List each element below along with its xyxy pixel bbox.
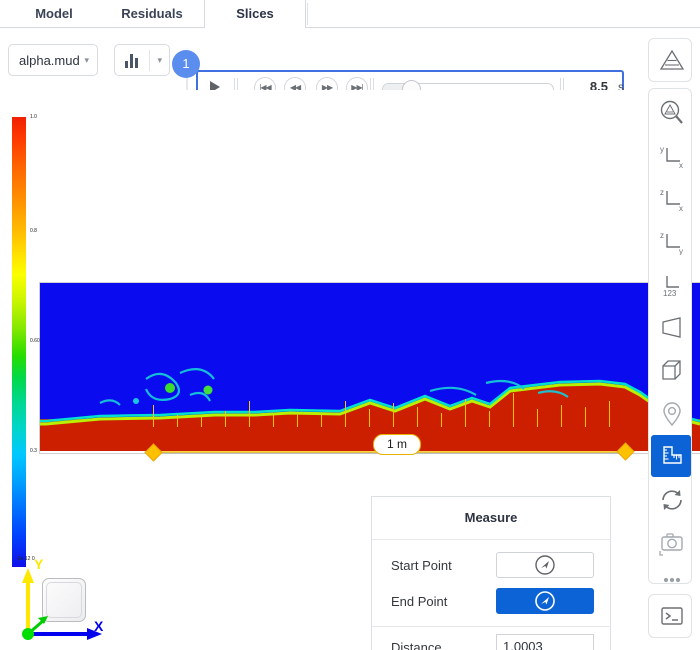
gizmo-y-label: Y bbox=[34, 556, 44, 572]
chart-type-dropdown[interactable]: ▾ bbox=[114, 44, 170, 76]
measure-divider bbox=[372, 626, 610, 627]
tab-bar: Model Residuals Slices bbox=[0, 0, 700, 29]
refresh-view-button[interactable] bbox=[651, 478, 691, 520]
render-viewport[interactable]: 1.0 0.8 0.60 0.3 -2e-12 0 1 m Y X Measur… bbox=[0, 90, 700, 650]
step-badge: 1 bbox=[172, 50, 200, 78]
svg-text:y: y bbox=[660, 145, 664, 154]
ellipsis-icon bbox=[663, 577, 681, 583]
distance-label: Distance bbox=[391, 640, 442, 650]
axis-123-icon: 123 bbox=[663, 276, 679, 298]
measure-distance-row: Distance 1.0003 bbox=[372, 630, 610, 650]
bar-chart-icon bbox=[125, 54, 140, 68]
perspective-button[interactable] bbox=[651, 306, 691, 348]
zoom-to-fit-button[interactable] bbox=[651, 91, 691, 133]
distance-value-field[interactable]: 1.0003 bbox=[496, 634, 594, 650]
orientation-gizmo[interactable]: Y X bbox=[14, 556, 114, 648]
reset-view-button[interactable] bbox=[651, 39, 691, 81]
cube-icon bbox=[662, 360, 681, 380]
end-point-pick-button[interactable] bbox=[496, 588, 594, 614]
svg-text:y: y bbox=[679, 247, 683, 255]
probe-point-button[interactable] bbox=[651, 392, 691, 434]
view-yx-button[interactable]: y x bbox=[651, 134, 691, 176]
right-toolbar-top bbox=[648, 38, 692, 82]
simulation-slice bbox=[40, 283, 700, 451]
view-zx-button[interactable]: z x bbox=[651, 177, 691, 219]
svg-text:x: x bbox=[679, 204, 683, 212]
legend-tick: 0.60 bbox=[30, 338, 40, 344]
sync-arrows-icon bbox=[662, 490, 682, 510]
axis-zx-icon: z x bbox=[660, 188, 683, 212]
measure-tool-button[interactable] bbox=[651, 435, 691, 477]
tab-slices[interactable]: Slices bbox=[204, 0, 306, 29]
screenshot-button[interactable] bbox=[651, 521, 691, 563]
measure-start-row: Start Point bbox=[372, 548, 610, 584]
console-button[interactable] bbox=[651, 595, 691, 637]
right-toolbar-main: y x z x z y 123 bbox=[648, 88, 692, 584]
svg-text:x: x bbox=[679, 161, 683, 169]
measure-end-row: End Point bbox=[372, 584, 610, 620]
right-toolbar-bottom bbox=[648, 594, 692, 638]
measure-panel: Measure Start Point End Point Distance 1… bbox=[371, 496, 611, 650]
color-legend-bar bbox=[12, 117, 26, 567]
camera-icon bbox=[659, 533, 683, 556]
pyramid-icon bbox=[659, 49, 685, 70]
magnifier-pyramid-icon bbox=[660, 100, 683, 124]
terminal-icon bbox=[661, 607, 683, 625]
legend-tick: 1.0 bbox=[30, 114, 37, 120]
chevron-down-icon: ▾ bbox=[84, 55, 89, 65]
ruler-icon bbox=[663, 446, 682, 464]
axis-ruler-button[interactable]: 123 bbox=[651, 263, 691, 305]
tab-residuals[interactable]: Residuals bbox=[104, 0, 200, 28]
field-select-dropdown[interactable]: alpha.mud ▾ bbox=[8, 44, 98, 76]
dropdown-separator bbox=[149, 50, 150, 71]
measure-panel-title: Measure bbox=[372, 497, 610, 540]
svg-text:123: 123 bbox=[663, 289, 677, 298]
start-point-label: Start Point bbox=[391, 558, 452, 573]
legend-tick: 0.8 bbox=[30, 228, 37, 234]
axis-yx-icon: y x bbox=[660, 145, 683, 169]
start-point-pick-button[interactable] bbox=[496, 552, 594, 578]
svg-text:z: z bbox=[660, 188, 664, 197]
map-pin-icon bbox=[663, 402, 681, 427]
field-select-value: alpha.mud bbox=[19, 53, 80, 68]
gizmo-x-label: X bbox=[94, 618, 104, 634]
chevron-down-icon: ▾ bbox=[157, 55, 162, 65]
legend-tick: 0.3 bbox=[30, 448, 37, 454]
box-view-button[interactable] bbox=[651, 349, 691, 391]
trapezoid-icon bbox=[662, 317, 681, 338]
view-zy-button[interactable]: z y bbox=[651, 220, 691, 262]
axis-zy-icon: z y bbox=[660, 231, 683, 255]
main-toolbar: alpha.mud ▾ ▾ |◀◀ ◀◀ ▶▶ ▶▶| 8.5 s 1 bbox=[0, 28, 700, 104]
tab-divider bbox=[307, 3, 308, 25]
end-point-label: End Point bbox=[391, 594, 448, 609]
svg-text:z: z bbox=[660, 231, 664, 240]
tab-model[interactable]: Model bbox=[6, 0, 102, 28]
